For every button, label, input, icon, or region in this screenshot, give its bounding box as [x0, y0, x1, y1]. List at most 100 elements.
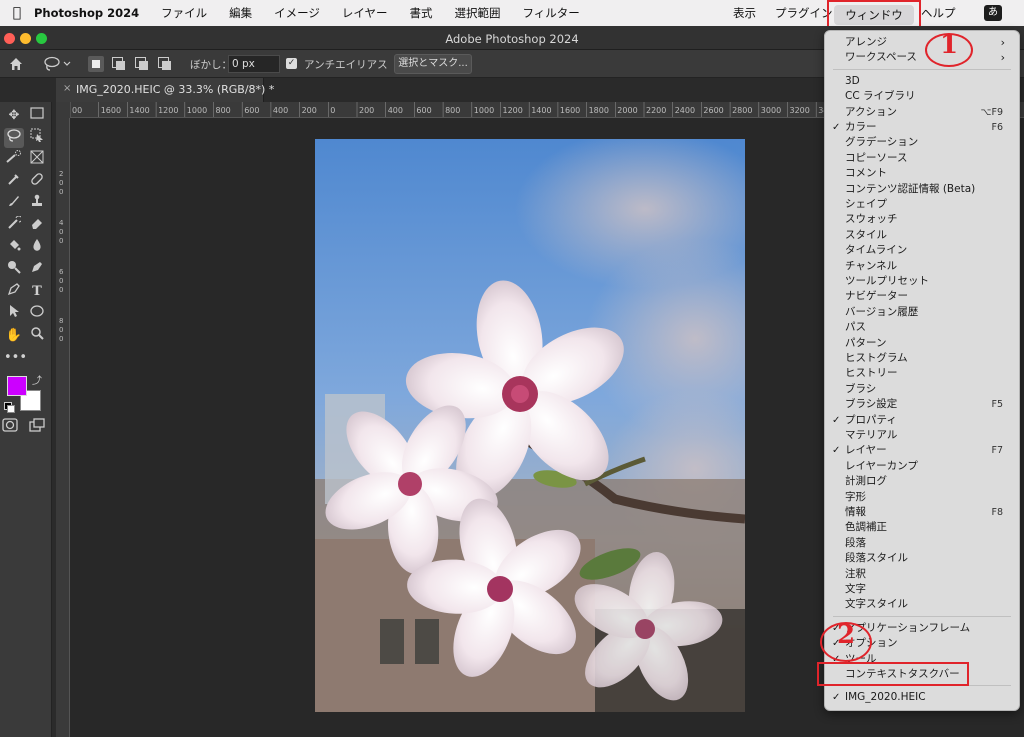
window-menu-item[interactable]: ツールプリセット [825, 274, 1019, 289]
subtract-from-selection-button[interactable] [134, 56, 150, 72]
pen-tool-icon[interactable] [27, 260, 47, 280]
add-to-selection-button[interactable] [111, 56, 127, 72]
window-menu-item[interactable]: ✓ レイヤー F7 [825, 443, 1019, 458]
window-menu-item[interactable]: 情報 F8 [825, 505, 1019, 520]
type-tool-icon[interactable]: T [27, 282, 47, 302]
menu-plugins[interactable]: プラグイン [775, 0, 833, 26]
curvature-pen-tool-icon[interactable] [4, 282, 24, 302]
menu-window[interactable]: ウィンドウ [834, 5, 914, 25]
window-menu-item[interactable]: 文字 [825, 582, 1019, 597]
menu-type[interactable]: 書式 [410, 5, 433, 21]
window-menu-item[interactable]: ✓ カラー F6 [825, 120, 1019, 135]
window-menu-item[interactable]: 段落スタイル [825, 551, 1019, 566]
window-menu-item[interactable]: コピーソース [825, 151, 1019, 166]
window-menu-item[interactable]: CC ライブラリ [825, 89, 1019, 104]
menu-help[interactable]: ヘルプ [921, 0, 956, 26]
window-menu-item[interactable]: コメント [825, 166, 1019, 181]
window-menu-item[interactable]: ✓ IMG_2020.HEIC [825, 690, 1019, 705]
window-menu-item[interactable]: スタイル [825, 228, 1019, 243]
paint-bucket-tool-icon[interactable] [4, 238, 24, 258]
window-menu-item[interactable]: コンテンツ認証情報 (Beta) [825, 182, 1019, 197]
more-tools-icon[interactable]: ••• [4, 348, 27, 368]
quick-mask-icon[interactable] [0, 418, 20, 438]
window-menu-item[interactable]: アレンジ › [825, 35, 1019, 50]
window-menu-item-label: 計測ログ [845, 475, 887, 488]
eyedropper-tool-icon[interactable] [4, 172, 24, 192]
window-menu-item[interactable]: ナビゲーター [825, 289, 1019, 304]
brush-tool-icon[interactable] [4, 194, 24, 214]
new-selection-button[interactable] [88, 56, 104, 72]
window-menu-item[interactable]: マテリアル [825, 428, 1019, 443]
history-brush-tool-icon[interactable] [4, 215, 24, 236]
move-tool-icon[interactable]: ✥ [4, 106, 24, 126]
document-tab[interactable]: × IMG_2020.HEIC @ 33.3% (RGB/8*) * [56, 78, 274, 102]
window-menu-item[interactable]: パス [825, 320, 1019, 335]
window-menu-item[interactable]: ヒストリー [825, 366, 1019, 381]
window-menu-item[interactable]: ブラシ設定 F5 [825, 397, 1019, 412]
window-menu-item[interactable]: ✓ プロパティ [825, 413, 1019, 428]
window-menu-item[interactable]: アクション ⌥F9 [825, 105, 1019, 120]
default-colors-icon[interactable] [4, 402, 15, 413]
swap-colors-icon[interactable]: ⤴ [32, 372, 42, 387]
window-menu-item[interactable]: チャンネル [825, 259, 1019, 274]
window-menu-item[interactable]: ワークスペース › [825, 50, 1019, 65]
antialias-checkbox[interactable]: ✓ [286, 58, 297, 69]
blur-tool-icon[interactable] [27, 238, 47, 258]
menu-edit[interactable]: 編集 [229, 5, 252, 21]
feather-input[interactable]: 0 px [228, 55, 280, 73]
close-tab-icon[interactable]: × [63, 83, 71, 94]
ruler-origin[interactable] [56, 102, 70, 118]
ellipse-tool-icon[interactable] [27, 304, 47, 324]
menu-file[interactable]: ファイル [161, 5, 207, 21]
window-menu-item[interactable]: タイムライン [825, 243, 1019, 258]
window-menu-item[interactable]: 注釈 [825, 567, 1019, 582]
ruler-tick-label: 2200 [646, 106, 666, 115]
window-menu-item[interactable]: 字形 [825, 490, 1019, 505]
intersect-selection-button[interactable] [157, 56, 173, 72]
ruler-tick-label: 2400 [675, 106, 695, 115]
window-menu-item[interactable]: 色調補正 [825, 520, 1019, 535]
window-menu-item[interactable]: ブラシ [825, 382, 1019, 397]
window-menu-item[interactable]: パターン [825, 336, 1019, 351]
menu-layer[interactable]: レイヤー [342, 5, 388, 21]
window-menu-item[interactable]: 文字スタイル [825, 597, 1019, 612]
marquee-tool-icon[interactable] [27, 106, 47, 126]
input-method-badge[interactable]: あ [984, 5, 1002, 21]
cherry-blossom-photo[interactable] [315, 139, 745, 712]
ruler-tick-label: 00 [72, 106, 82, 115]
object-selection-tool-icon[interactable] [27, 128, 47, 148]
screen-mode-icon[interactable] [27, 418, 47, 438]
menu-view[interactable]: 表示 [733, 0, 756, 26]
home-icon[interactable] [8, 56, 24, 72]
quick-selection-tool-icon[interactable] [4, 150, 24, 170]
window-menu-item[interactable]: バージョン履歴 [825, 305, 1019, 320]
foreground-color-swatch[interactable] [7, 376, 27, 396]
window-menu-item[interactable]: スウォッチ [825, 212, 1019, 227]
window-menu-item-label: バージョン履歴 [845, 305, 919, 318]
clone-stamp-tool-icon[interactable] [27, 194, 47, 214]
lasso-tool-icon[interactable] [4, 128, 24, 148]
window-menu-item[interactable]: 3D [825, 74, 1019, 89]
window-menu-item[interactable]: 段落 [825, 536, 1019, 551]
dodge-tool-icon[interactable] [4, 260, 24, 280]
select-and-mask-button[interactable]: 選択とマスク... [394, 54, 472, 74]
app-menu[interactable]: Photoshop 2024 [34, 6, 139, 20]
healing-brush-tool-icon[interactable] [27, 172, 47, 192]
path-selection-tool-icon[interactable] [4, 304, 24, 324]
window-menu-item[interactable]: シェイプ [825, 197, 1019, 212]
crop-tool-icon[interactable] [27, 150, 47, 170]
zoom-tool-icon[interactable] [27, 326, 47, 346]
apple-menu-icon[interactable]:  [0, 5, 34, 21]
eraser-tool-icon[interactable] [27, 216, 47, 236]
window-menu-item[interactable]: ヒストグラム [825, 351, 1019, 366]
menu-filter[interactable]: フィルター [523, 5, 580, 21]
window-menu-item[interactable]: グラデーション [825, 135, 1019, 150]
window-menu-item[interactable]: 計測ログ [825, 474, 1019, 489]
hand-tool-icon[interactable]: ✋ [4, 326, 24, 346]
menu-select[interactable]: 選択範囲 [455, 5, 501, 21]
lasso-preset-picker[interactable] [42, 55, 72, 73]
window-menu-item-label: マテリアル [845, 429, 898, 441]
vertical-ruler[interactable]: 200400600800 [56, 118, 70, 737]
window-menu-item[interactable]: レイヤーカンプ [825, 459, 1019, 474]
menu-image[interactable]: イメージ [274, 5, 320, 21]
